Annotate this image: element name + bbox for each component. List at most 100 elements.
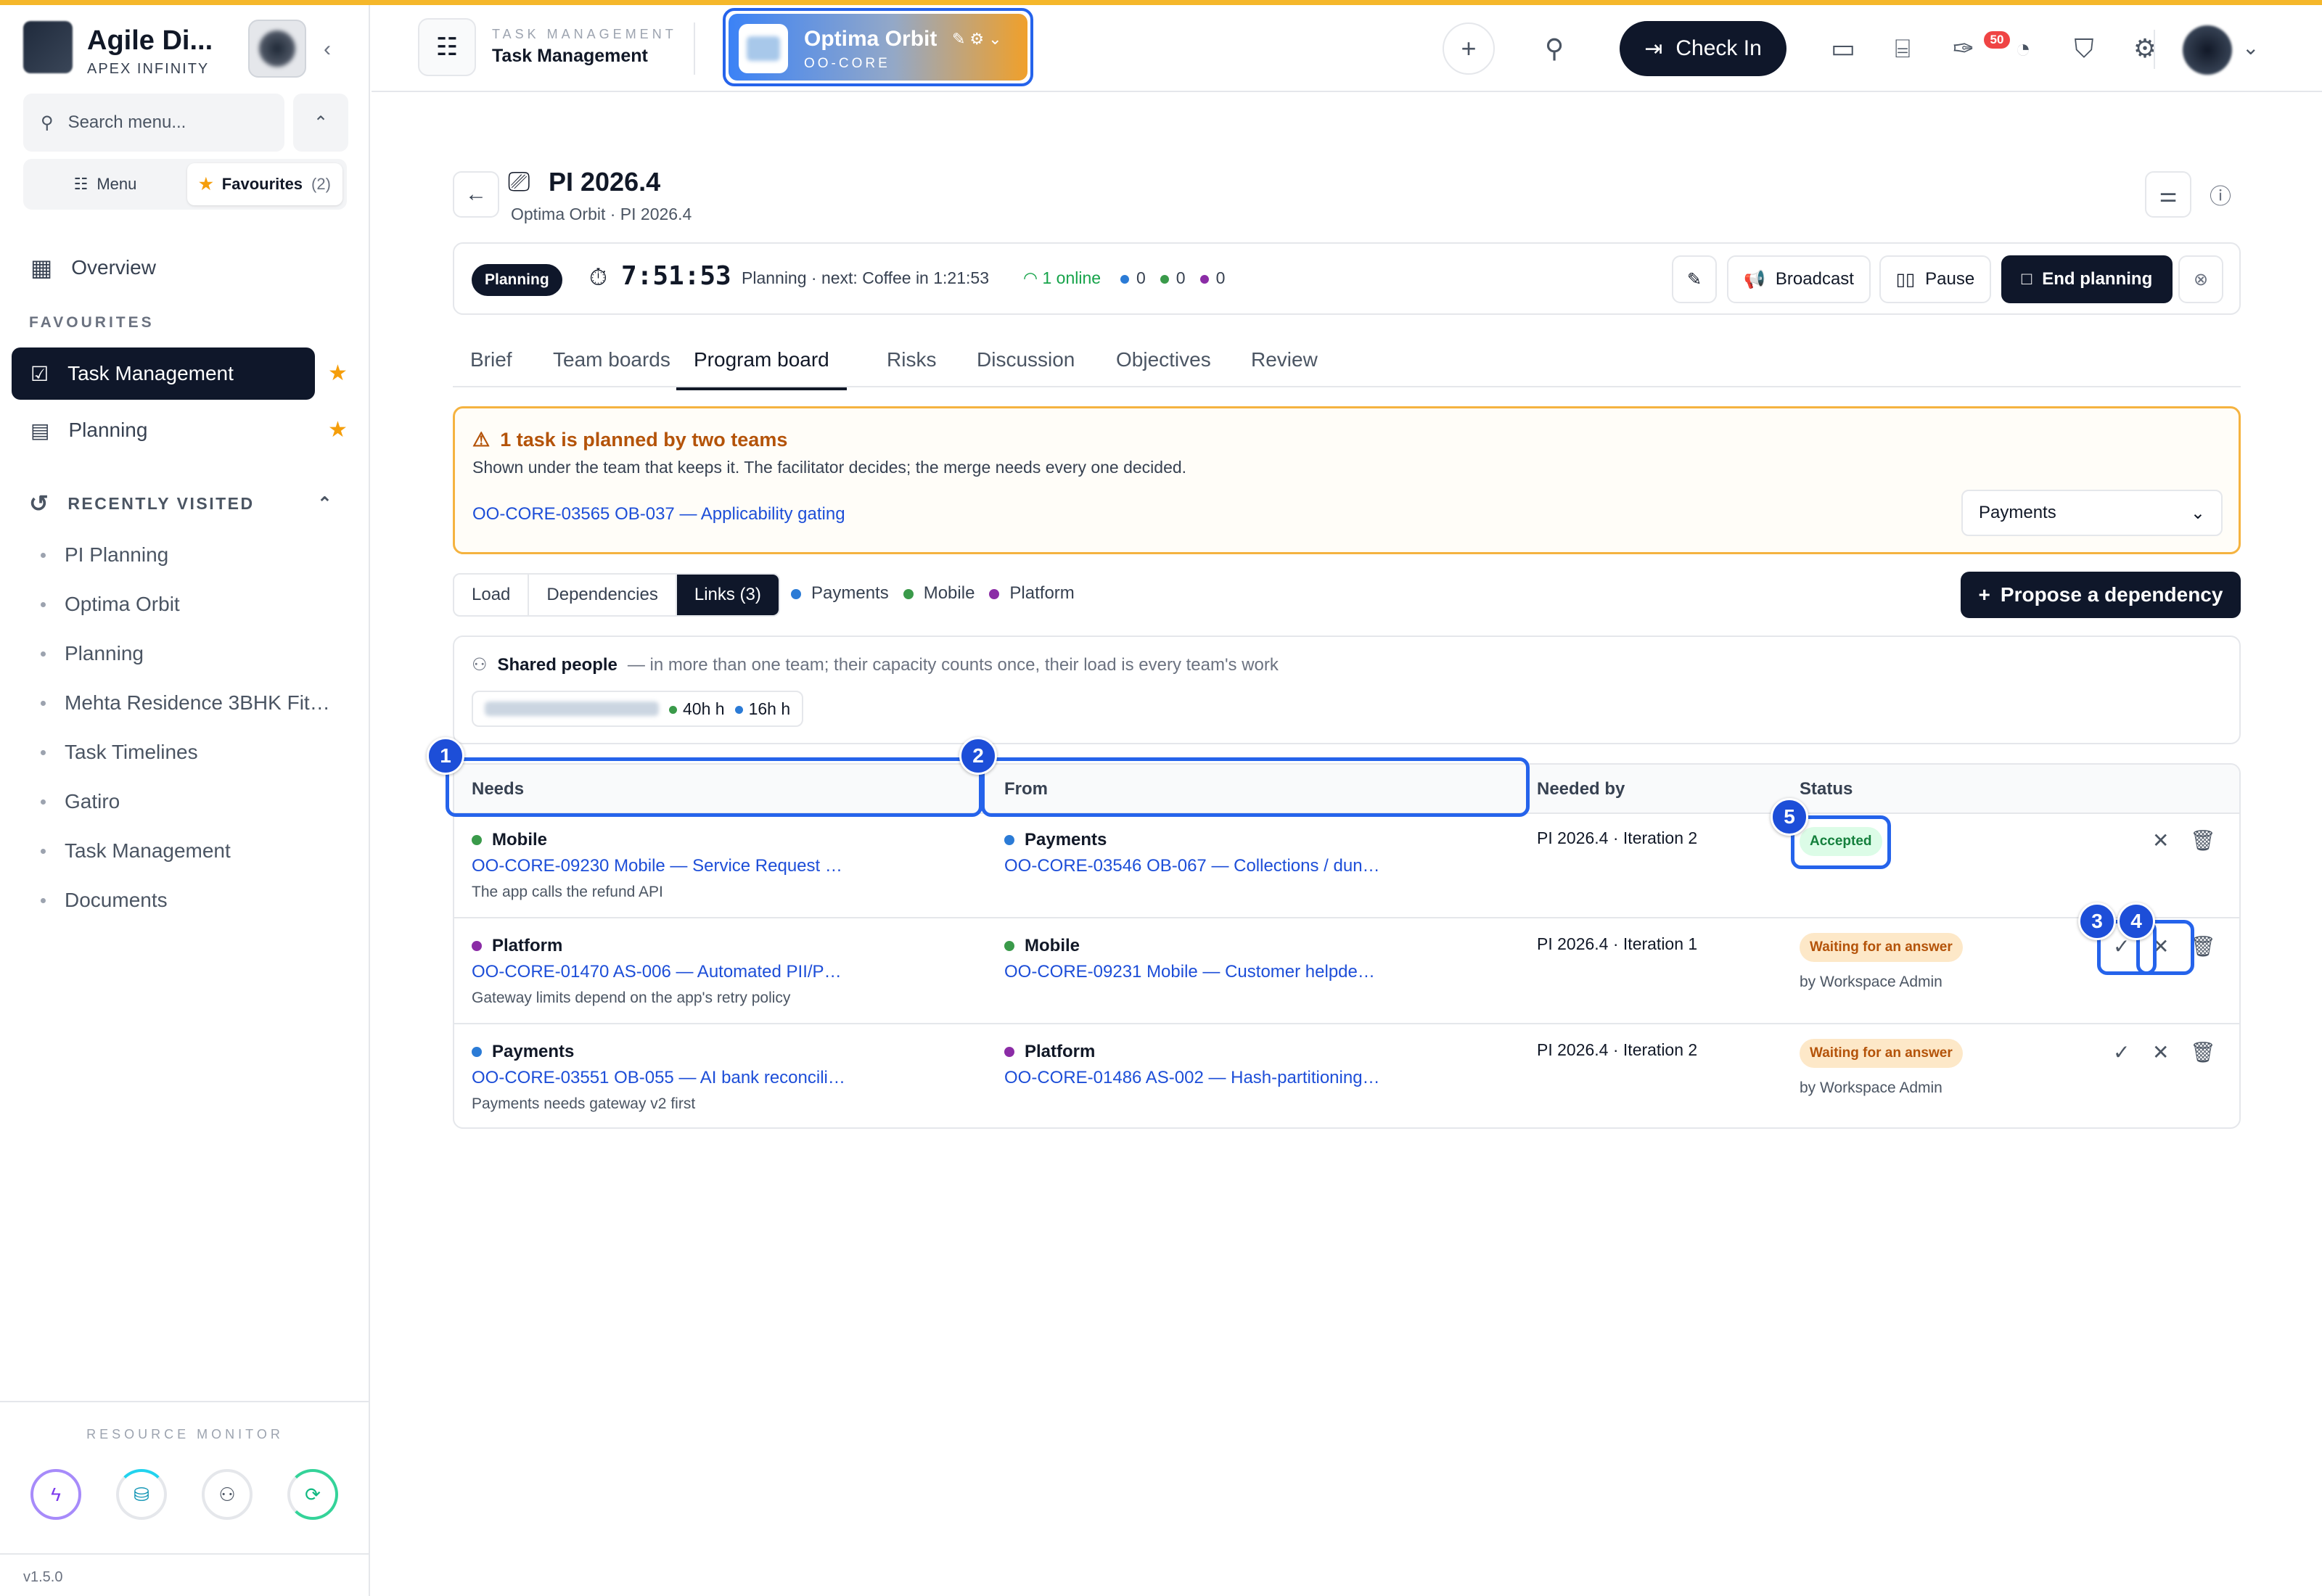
user-avatar[interactable]	[2183, 25, 2232, 75]
tab-brief[interactable]: Brief	[470, 348, 512, 387]
board-view-switch: Load Dependencies Links (3)	[453, 573, 780, 617]
nav-overview[interactable]: ▦ Overview	[12, 242, 315, 294]
sync-icon[interactable]: ⟳	[287, 1469, 338, 1520]
trash-icon[interactable]: 🗑	[2190, 1040, 2216, 1064]
needs-note: The app calls the refund API	[472, 884, 663, 900]
top-header: ☷ TASK MANAGEMENT Task Management Optima…	[372, 5, 2322, 92]
alert-title: ⚠ 1 task is planned by two teams	[472, 429, 788, 451]
nav-fav-planning[interactable]: ▤ Planning	[12, 404, 315, 456]
chevron-up-icon[interactable]: ⌃	[293, 94, 348, 152]
star-icon[interactable]: ★	[328, 417, 348, 443]
tab-review[interactable]: Review	[1251, 348, 1318, 387]
links-table: Needs From Needed by Status Mobile OO-CO…	[453, 763, 2241, 1129]
edit-button[interactable]: ✎	[1672, 255, 1717, 303]
edit-settings-chevron-icons[interactable]: ✎⚙⌄	[952, 30, 1006, 49]
tab-team-boards[interactable]: Team boards	[553, 348, 670, 387]
check-icon[interactable]: ✓	[2113, 1040, 2130, 1064]
module-switcher-icon[interactable]: ☷	[418, 18, 476, 76]
recent-item[interactable]: Task Timelines	[41, 741, 198, 764]
close-icon[interactable]: ✕	[2152, 1040, 2169, 1064]
from-task-link[interactable]: OO-CORE-09231 Mobile — Customer helpde…	[1004, 962, 1375, 982]
search-placeholder: Search menu...	[67, 112, 186, 132]
col-status: Status	[1800, 779, 1853, 799]
legend-item: Platform	[989, 583, 1075, 604]
tab-program-board[interactable]: Program board	[676, 348, 847, 390]
presentation-icon: ⎚	[508, 167, 530, 197]
org-name: Agile Di...	[87, 25, 213, 56]
status-badge: Waiting for an answer	[1800, 933, 1963, 962]
needs-task-link[interactable]: OO-CORE-09230 Mobile — Service Request …	[472, 856, 842, 876]
needs-note: Payments needs gateway v2 first	[472, 1095, 696, 1112]
monitor-icon[interactable]: ▭	[1817, 22, 1869, 75]
pencil-icon: ✎	[1686, 269, 1702, 289]
needs-task-link[interactable]: OO-CORE-03551 OB-055 — AI bank reconcili…	[472, 1068, 845, 1088]
cpu-icon[interactable]: ϟ	[30, 1469, 81, 1520]
shield-icon[interactable]: ⛉	[2058, 22, 2110, 75]
shared-person-chip[interactable]: 40h h 16h h	[472, 691, 804, 727]
menu-tab[interactable]: ☷ Menu	[28, 163, 183, 205]
view-load[interactable]: Load	[454, 575, 530, 615]
propose-dependency-button[interactable]: + Propose a dependency	[1961, 572, 2241, 618]
recent-item[interactable]: Planning	[41, 642, 144, 665]
recent-item[interactable]: Mehta Residence 3BHK Fit…	[41, 691, 330, 715]
gear-icon[interactable]: ⚙	[2119, 22, 2171, 75]
duplicate-task-alert: ⚠ 1 task is planned by two teams Shown un…	[453, 406, 2241, 554]
duplicate-task-link[interactable]: OO-CORE-03565 OB-037 — Applicability gat…	[472, 504, 845, 525]
recent-item[interactable]: Task Management	[41, 839, 231, 863]
filter-settings-icon[interactable]: ⚌	[2145, 171, 2191, 218]
search-icon: ⚲	[41, 112, 54, 133]
nav-fav-task-management[interactable]: ☑ Task Management	[12, 347, 315, 400]
view-links[interactable]: Links (3)	[676, 575, 779, 615]
recently-visited-toggle[interactable]: ↺ RECENTLY VISITED ⌃	[29, 490, 334, 517]
help-icon[interactable]: ⓘ	[2200, 174, 2241, 215]
pause-button[interactable]: ▯▯ Pause	[1879, 255, 1991, 303]
search-icon[interactable]: ⚲	[1528, 22, 1580, 75]
page-title: PI 2026.4	[549, 167, 661, 197]
shared-people-panel: ⚇ Shared people — in more than one team;…	[453, 635, 2241, 744]
needs-note: Gateway limits depend on the app's retry…	[472, 990, 791, 1006]
status-badge: Waiting for an answer	[1800, 1039, 1963, 1068]
recent-item[interactable]: PI Planning	[41, 543, 168, 567]
close-session-button[interactable]: ⊗	[2178, 255, 2223, 303]
back-button[interactable]: ←	[453, 171, 499, 218]
tab-objectives[interactable]: Objectives	[1116, 348, 1211, 387]
tab-discussion[interactable]: Discussion	[977, 348, 1075, 387]
legend-item: Mobile	[903, 583, 975, 604]
database-icon[interactable]: ⛁	[116, 1469, 167, 1520]
favourites-tab[interactable]: ★ Favourites (2)	[187, 163, 342, 205]
wrench-icon[interactable]: ✑	[1937, 22, 1990, 75]
online-count: ◠ 1 online	[1023, 268, 1101, 287]
org-subtitle: APEX INFINITY	[87, 61, 210, 77]
view-dependencies[interactable]: Dependencies	[529, 575, 677, 615]
from-task-link[interactable]: OO-CORE-03546 OB-067 — Collections / dun…	[1004, 856, 1380, 876]
tab-risks[interactable]: Risks	[887, 348, 936, 387]
owner-team-select[interactable]: Payments ⌄	[1961, 490, 2223, 536]
highlight-from-header	[981, 757, 1530, 817]
add-icon[interactable]: +	[1443, 22, 1495, 75]
search-menu-input[interactable]: ⚲ Search menu...	[23, 94, 284, 152]
recent-item[interactable]: Optima Orbit	[41, 593, 180, 616]
needs-task-link[interactable]: OO-CORE-01470 AS-006 — Automated PII/P…	[472, 962, 842, 982]
project-switcher[interactable]: Optima Orbit OO-CORE ✎⚙⌄	[723, 8, 1033, 86]
close-icon[interactable]: ✕	[2152, 828, 2169, 852]
chevron-down-icon[interactable]: ⌄	[2242, 36, 2259, 59]
shared-people-heading: ⚇ Shared people — in more than one team;…	[472, 654, 1279, 675]
users-icon[interactable]: ⚇	[202, 1469, 253, 1520]
star-icon[interactable]: ★	[328, 361, 348, 386]
top-accent-bar	[0, 0, 2322, 5]
check-in-button[interactable]: ⇥ Check In	[1620, 21, 1786, 76]
from-task-link[interactable]: OO-CORE-01486 AS-002 — Hash-partitioning…	[1004, 1068, 1380, 1088]
resource-monitor-heading: RESOURCE MONITOR	[86, 1427, 284, 1441]
book-icon[interactable]: ⌸	[1876, 22, 1929, 75]
recent-item[interactable]: Gatiro	[41, 790, 120, 813]
broadcast-button[interactable]: 📢 Broadcast	[1727, 255, 1871, 303]
workspace-avatar[interactable]	[248, 20, 306, 78]
recent-item[interactable]: Documents	[41, 889, 168, 912]
collapse-sidebar-icon[interactable]: ‹	[324, 37, 331, 62]
wifi-icon: ◠	[1023, 268, 1043, 287]
notification-badge: 50	[1984, 31, 2010, 49]
end-planning-button[interactable]: □ End planning	[2001, 255, 2173, 303]
trash-icon[interactable]: 🗑	[2190, 828, 2216, 852]
stopwatch-icon: ⏱	[589, 264, 607, 290]
bell-icon[interactable]: ◔	[1997, 22, 2049, 75]
